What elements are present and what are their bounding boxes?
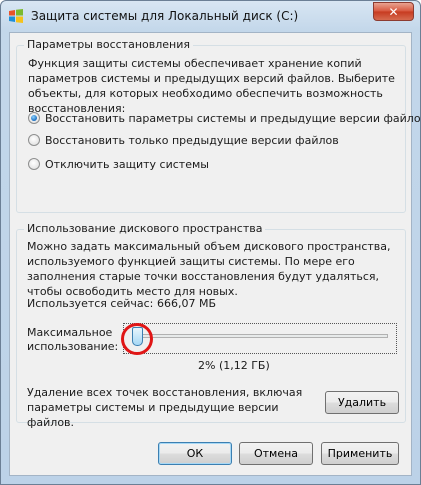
slider-thumb[interactable] (132, 327, 144, 346)
cancel-button[interactable]: Отмена (239, 442, 313, 465)
disk-usage-description: Можно задать максимальный объем дисковог… (27, 240, 391, 298)
radio-label: Восстановить только предыдущие версии фа… (45, 133, 339, 147)
apply-button-label: Применить (327, 447, 393, 460)
radio-button-checked[interactable] (28, 112, 40, 124)
delete-button-label: Удалить (337, 396, 387, 409)
restore-settings-group: Параметры восстановления Функция защиты … (16, 38, 421, 213)
radio-label: Отключить защиту системы (45, 157, 209, 171)
restore-settings-legend: Параметры восстановления (24, 38, 193, 51)
max-usage-label-line1: Максимальное (27, 326, 113, 339)
restore-description: Функция защиты системы обеспечивает хран… (28, 57, 395, 115)
close-icon: ✕ (388, 5, 399, 19)
delete-button[interactable]: Удалить (325, 391, 399, 414)
ok-button[interactable]: ОК (158, 442, 232, 465)
max-usage-slider[interactable] (123, 323, 397, 354)
cancel-button-label: Отмена (253, 447, 299, 460)
radio-button[interactable] (28, 158, 40, 170)
radio-restore-settings-and-files[interactable]: Восстановить параметры системы и предыду… (28, 110, 421, 126)
slider-track[interactable] (132, 334, 388, 338)
disk-usage-legend: Использование дискового пространства (24, 222, 266, 235)
close-button[interactable]: ✕ (373, 2, 414, 21)
system-protection-dialog: Защита системы для Локальный диск (C:) ✕… (0, 0, 421, 485)
used-now-value: 666,07 МБ (157, 297, 217, 310)
title-bar[interactable]: Защита системы для Локальный диск (C:) ✕ (1, 1, 420, 31)
radio-label: Восстановить параметры системы и предыду… (45, 111, 421, 125)
windows-logo-icon (9, 9, 23, 23)
used-now-label: Используется сейчас: (27, 297, 154, 310)
radio-button[interactable] (28, 134, 40, 146)
max-usage-label-line2: использование: (27, 340, 119, 353)
dialog-client-area: Параметры восстановления Функция защиты … (9, 32, 421, 476)
radio-disable-protection[interactable]: Отключить защиту системы (28, 156, 209, 172)
delete-description: Удаление всех точек восстановления, вклю… (27, 386, 303, 429)
window-title: Защита системы для Локальный диск (C:) (31, 9, 299, 23)
radio-restore-files-only[interactable]: Восстановить только предыдущие версии фа… (28, 132, 339, 148)
ok-button-label: ОК (186, 447, 204, 460)
slider-readout: 2% (1,12 ГБ) (198, 359, 270, 372)
apply-button[interactable]: Применить (321, 442, 399, 465)
